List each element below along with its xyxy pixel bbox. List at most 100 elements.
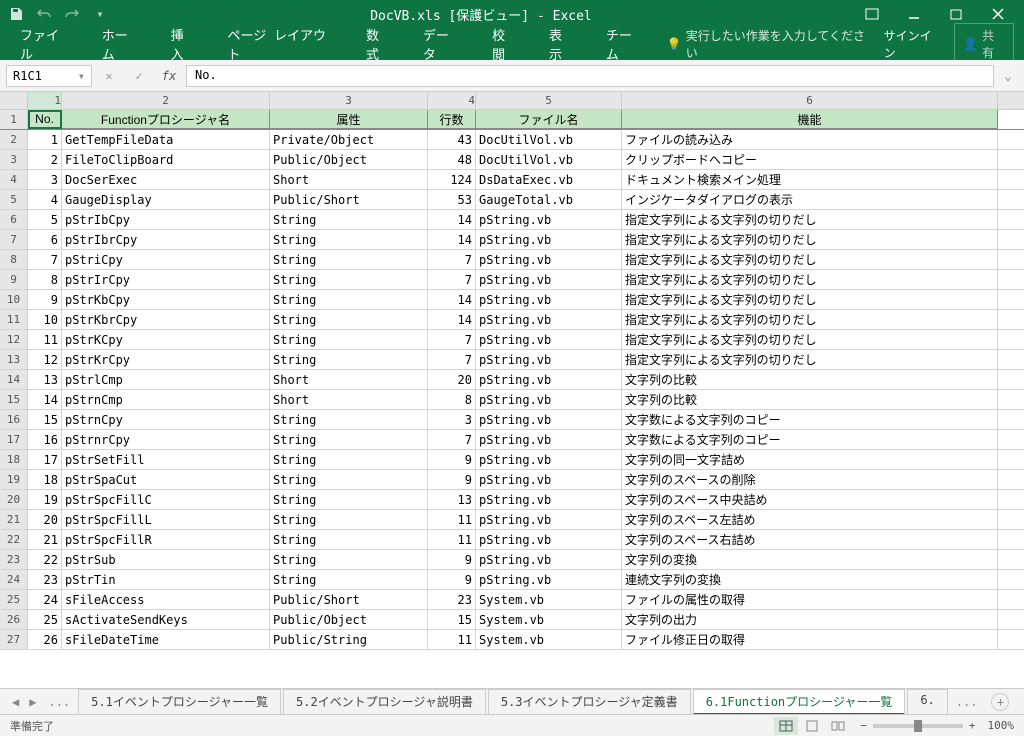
add-sheet-icon[interactable]: +	[991, 693, 1009, 711]
cell-file[interactable]: pString.vb	[476, 410, 622, 429]
cell-attr[interactable]: String	[270, 310, 428, 329]
cell-lines[interactable]: 7	[428, 350, 476, 369]
cell-file[interactable]: pString.vb	[476, 430, 622, 449]
name-box[interactable]: R1C1 ▾	[6, 65, 92, 87]
cell-no[interactable]: 1	[28, 130, 62, 149]
cell-no[interactable]: 17	[28, 450, 62, 469]
cell-file[interactable]: pString.vb	[476, 350, 622, 369]
cell-lines[interactable]: 14	[428, 310, 476, 329]
row-header[interactable]: 12	[0, 330, 28, 349]
sheet-tab[interactable]: 6.1Functionプロシージャー一覧	[693, 689, 906, 715]
col-header[interactable]: 6	[622, 92, 998, 109]
row-header[interactable]: 15	[0, 390, 28, 409]
cell-no[interactable]: 26	[28, 630, 62, 649]
cell-lines[interactable]: 23	[428, 590, 476, 609]
cell-attr[interactable]: String	[270, 530, 428, 549]
row-header[interactable]: 9	[0, 270, 28, 289]
cell-no[interactable]: 22	[28, 550, 62, 569]
cell-lines[interactable]: 14	[428, 210, 476, 229]
cell-desc[interactable]: 指定文字列による文字列の切りだし	[622, 330, 998, 349]
row-header[interactable]: 10	[0, 290, 28, 309]
cell-no[interactable]: 10	[28, 310, 62, 329]
cell-attr[interactable]: String	[270, 470, 428, 489]
cell-file[interactable]: GaugeTotal.vb	[476, 190, 622, 209]
cell-desc[interactable]: インジケータダイアログの表示	[622, 190, 998, 209]
tab-next-icon[interactable]: ▶	[25, 695, 40, 709]
cell-desc[interactable]: ドキュメント検索メイン処理	[622, 170, 998, 189]
share-button[interactable]: 👤 共有	[954, 23, 1014, 65]
cell-file[interactable]: pString.vb	[476, 470, 622, 489]
row-header[interactable]: 13	[0, 350, 28, 369]
ribbon-display-icon[interactable]	[852, 2, 892, 26]
cell-lines[interactable]: 53	[428, 190, 476, 209]
cell-fn[interactable]: pStrKrCpy	[62, 350, 270, 369]
cell-attr[interactable]: Public/Short	[270, 590, 428, 609]
signin-link[interactable]: サインイン	[872, 27, 954, 61]
cell-no[interactable]: 25	[28, 610, 62, 629]
cell-desc[interactable]: 指定文字列による文字列の切りだし	[622, 310, 998, 329]
row-header[interactable]: 22	[0, 530, 28, 549]
cell-fn[interactable]: pStrIrCpy	[62, 270, 270, 289]
cell-fn[interactable]: pStrSpcFillC	[62, 490, 270, 509]
cell-desc[interactable]: 文字列のスペースの削除	[622, 470, 998, 489]
table-header[interactable]: 属性	[270, 110, 428, 129]
cell-fn[interactable]: pStrIbrCpy	[62, 230, 270, 249]
row-header[interactable]: 3	[0, 150, 28, 169]
cell-fn[interactable]: pStrSub	[62, 550, 270, 569]
cell-fn[interactable]: DocSerExec	[62, 170, 270, 189]
cell-fn[interactable]: pStrnCmp	[62, 390, 270, 409]
cell-desc[interactable]: 文字列のスペース左詰め	[622, 510, 998, 529]
cell-fn[interactable]: pStrnCpy	[62, 410, 270, 429]
cell-no[interactable]: 19	[28, 490, 62, 509]
cell-lines[interactable]: 3	[428, 410, 476, 429]
cell-attr[interactable]: String	[270, 270, 428, 289]
cell-desc[interactable]: ファイル修正日の取得	[622, 630, 998, 649]
cell-file[interactable]: DsDataExec.vb	[476, 170, 622, 189]
cell-desc[interactable]: 指定文字列による文字列の切りだし	[622, 210, 998, 229]
cell-attr[interactable]: Short	[270, 170, 428, 189]
cell-no[interactable]: 3	[28, 170, 62, 189]
cell-attr[interactable]: Short	[270, 370, 428, 389]
row-header[interactable]: 14	[0, 370, 28, 389]
table-header[interactable]: No.	[28, 110, 62, 129]
cell-lines[interactable]: 11	[428, 510, 476, 529]
cell-lines[interactable]: 14	[428, 290, 476, 309]
cell-file[interactable]: pString.vb	[476, 230, 622, 249]
cell-desc[interactable]: クリップボードへコピー	[622, 150, 998, 169]
cell-attr[interactable]: String	[270, 490, 428, 509]
cell-file[interactable]: System.vb	[476, 630, 622, 649]
col-header[interactable]: 3	[270, 92, 428, 109]
cell-fn[interactable]: pStrSpcFillL	[62, 510, 270, 529]
cell-attr[interactable]: String	[270, 330, 428, 349]
cell-desc[interactable]: 指定文字列による文字列の切りだし	[622, 230, 998, 249]
cell-file[interactable]: DocUtilVol.vb	[476, 150, 622, 169]
cell-no[interactable]: 16	[28, 430, 62, 449]
fx-icon[interactable]: fx	[156, 65, 182, 87]
cell-no[interactable]: 23	[28, 570, 62, 589]
row-header[interactable]: 7	[0, 230, 28, 249]
table-header[interactable]: 機能	[622, 110, 998, 129]
cell-no[interactable]: 9	[28, 290, 62, 309]
cell-attr[interactable]: Short	[270, 390, 428, 409]
tell-me[interactable]: 💡 実行したい作業を入力してください	[667, 27, 872, 61]
table-header[interactable]: ファイル名	[476, 110, 622, 129]
cell-lines[interactable]: 9	[428, 570, 476, 589]
cell-file[interactable]: pString.vb	[476, 390, 622, 409]
cell-attr[interactable]: Private/Object	[270, 130, 428, 149]
cell-no[interactable]: 18	[28, 470, 62, 489]
cell-no[interactable]: 11	[28, 330, 62, 349]
cell-file[interactable]: pString.vb	[476, 270, 622, 289]
cell-no[interactable]: 6	[28, 230, 62, 249]
row-header[interactable]: 23	[0, 550, 28, 569]
cell-file[interactable]: pString.vb	[476, 370, 622, 389]
cell-lines[interactable]: 11	[428, 530, 476, 549]
zoom-in-icon[interactable]: +	[969, 719, 976, 732]
cell-no[interactable]: 13	[28, 370, 62, 389]
view-break-icon[interactable]	[826, 717, 850, 735]
cell-file[interactable]: DocUtilVol.vb	[476, 130, 622, 149]
row-header[interactable]: 21	[0, 510, 28, 529]
cell-fn[interactable]: sActivateSendKeys	[62, 610, 270, 629]
cell-desc[interactable]: 指定文字列による文字列の切りだし	[622, 250, 998, 269]
cell-lines[interactable]: 9	[428, 550, 476, 569]
sheet-tab[interactable]: 5.2イベントプロシージャ説明書	[283, 689, 486, 715]
